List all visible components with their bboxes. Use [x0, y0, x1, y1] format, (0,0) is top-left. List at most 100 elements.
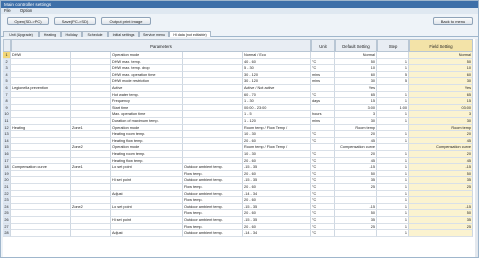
tab-unit-upgrade[interactable]: Unit (Upgrade) — [3, 31, 39, 37]
step-cell: 1 — [377, 98, 409, 105]
table-row[interactable]: 10 Max. operation time 1 - 5 hours 3 1 3 — [3, 111, 478, 118]
table-row[interactable]: 2 DHW max. temp. 40 - 60 °C 50 1 50 — [3, 58, 478, 66]
unit-cell: °C — [311, 151, 335, 158]
row-number: 23 — [3, 197, 11, 204]
menu-file[interactable]: File — [4, 8, 11, 13]
field-setting-cell[interactable]: Normal — [409, 52, 473, 59]
field-setting-cell[interactable]: 60 — [409, 71, 473, 79]
range-cell: -15 - 35 — [243, 203, 311, 211]
table-row[interactable]: 3 DHW max. temp. drop 5 - 30 °C 10 1 10 — [3, 65, 478, 72]
table-row[interactable]: 23 Flow temp. 20 - 60 °C 1 — [3, 197, 478, 204]
field-setting-cell[interactable]: 45 — [409, 137, 473, 145]
field-setting-cell[interactable] — [409, 197, 473, 204]
table-row[interactable]: 11 Duration of maximum temp. 1 - 120 mins 30… — [3, 118, 478, 125]
table-row[interactable]: 7 Hot water temp. 60 - 70 °C 65 1 65 — [3, 91, 478, 99]
field-setting-cell[interactable]: 20 — [409, 151, 473, 158]
tab-schedule[interactable]: Schedule — [82, 31, 108, 37]
default-setting-cell: 45 — [335, 137, 377, 145]
field-setting-cell[interactable]: 35 — [409, 177, 473, 184]
table-row[interactable]: 22 Adjust Outdoor ambient temp. -14 - 34 °C 1 — [3, 190, 478, 198]
field-setting-cell[interactable]: 03:00 — [409, 104, 473, 112]
field-setting-cell[interactable]: 45 — [409, 157, 473, 165]
sub-parameter-cell — [183, 91, 243, 99]
table-row[interactable]: 12 Heating Zone1 Operation mode Room temp / … — [3, 124, 478, 132]
col-header-default-setting[interactable]: Default Setting — [335, 39, 377, 52]
table-row[interactable]: 9 Start time 00:00 - 23:00 3:00 1:00 03:00 — [3, 104, 478, 112]
col-header-unit[interactable]: Unit — [311, 39, 335, 52]
tab-initial-settings[interactable]: Initial settings — [108, 31, 139, 37]
menu-option[interactable]: Option — [20, 8, 32, 13]
field-setting-cell[interactable]: 65 — [409, 91, 473, 99]
field-setting-cell[interactable]: 15 — [409, 98, 473, 105]
table-row[interactable]: 18 Compensation curve Zone1 Lo set point Out… — [3, 164, 478, 171]
field-setting-cell[interactable]: 20 — [409, 131, 473, 138]
field-setting-cell[interactable]: -15 — [409, 203, 473, 211]
back-to-menu-button[interactable]: Back to menu — [433, 17, 473, 25]
tab-heating[interactable]: Heating — [39, 31, 61, 37]
table-row[interactable]: 16 Heating room temp. 10 - 30 °C 20 1 20 — [3, 151, 478, 158]
sub-parameter-cell — [183, 65, 243, 72]
field-setting-cell[interactable]: 35 — [409, 217, 473, 224]
field-setting-cell[interactable]: 10 — [409, 65, 473, 72]
table-row[interactable]: 5 DHW mode restriction 30 - 120 mins 30 5 30 — [3, 78, 478, 85]
table-row[interactable]: 6 Legionella prevention Active Active / Not… — [3, 85, 478, 92]
field-setting-cell[interactable]: 50 — [409, 210, 473, 217]
table-row[interactable]: 8 Frequency 1 - 30 days 15 1 15 — [3, 98, 478, 105]
table-row[interactable]: 17 Heating flow temp. 20 - 60 °C 45 1 45 — [3, 157, 478, 165]
range-cell: 00:00 - 23:00 — [243, 104, 311, 112]
table-row[interactable]: 26 Hi set point Outdoor ambient temp. -15 -… — [3, 217, 478, 224]
table-row[interactable]: 20 Hi set point Outdoor ambient temp. -15 -… — [3, 177, 478, 184]
field-setting-cell[interactable]: Yes — [409, 85, 473, 92]
sub-parameter-cell — [183, 98, 243, 105]
tab-holiday[interactable]: Holiday — [61, 31, 82, 37]
table-row[interactable]: 21 Flow temp. 20 - 60 °C 25 1 25 — [3, 184, 478, 191]
table-row[interactable]: 13 Heating room temp. 10 - 30 °C 20 1 20 — [3, 131, 478, 138]
field-setting-cell[interactable]: Compensation curve — [409, 144, 473, 151]
open-button[interactable]: Open(SD->PC) — [7, 17, 49, 25]
table-row[interactable]: 24 Zone2 Lo set point Outdoor ambient temp.… — [3, 203, 478, 211]
default-setting-cell: -15 — [335, 164, 377, 171]
unit-cell: °C — [311, 217, 335, 224]
field-setting-cell[interactable] — [409, 230, 473, 237]
zone-cell — [71, 52, 111, 59]
table-row[interactable]: 15 Zone2 Operation mode Room temp / Flow Te… — [3, 144, 478, 151]
col-header-step[interactable]: Step — [377, 39, 409, 52]
group-cell — [11, 118, 71, 125]
field-setting-cell[interactable]: 3 — [409, 111, 473, 118]
table-row[interactable]: 28 Adjust Outdoor ambient temp. -14 - 34 °C 1 — [3, 230, 478, 237]
default-setting-cell: Compensation curve — [335, 144, 377, 151]
step-cell: 1 — [377, 223, 409, 231]
field-setting-cell[interactable]: 25 — [409, 223, 473, 231]
field-setting-cell[interactable]: 25 — [409, 184, 473, 191]
field-setting-cell[interactable]: Room temp — [409, 124, 473, 132]
col-header-field-setting[interactable]: Field Setting — [409, 39, 473, 52]
range-cell: 1 - 120 — [243, 118, 311, 125]
field-setting-cell[interactable] — [409, 190, 473, 198]
tab-hi-data[interactable]: Hi data (not editable) — [169, 31, 211, 37]
table-row[interactable]: 25 Flow temp. 20 - 60 °C 50 1 50 — [3, 210, 478, 217]
field-setting-cell[interactable]: 30 — [409, 78, 473, 85]
table-row[interactable]: 19 Flow temp. 20 - 60 °C 50 1 50 — [3, 170, 478, 178]
row-number: 20 — [3, 177, 11, 184]
row-number: 11 — [3, 118, 11, 125]
group-cell — [11, 170, 71, 178]
group-cell — [11, 190, 71, 198]
table-row[interactable]: 4 DHW max. operation time 30 - 120 mins 60 5 6… — [3, 71, 478, 79]
table-row[interactable]: 27 Flow temp. 20 - 60 °C 25 1 25 — [3, 223, 478, 231]
field-setting-cell[interactable]: 50 — [409, 58, 473, 66]
row-number: 1 — [3, 52, 11, 59]
vertical-scrollbar[interactable] — [475, 39, 478, 257]
range-cell: 10 - 30 — [243, 151, 311, 158]
col-header-parameters[interactable]: Parameters — [11, 39, 311, 52]
save-button[interactable]: Save(PC->SD) — [54, 17, 96, 25]
step-cell: 1 — [377, 190, 409, 198]
output-print-image-button[interactable]: Output print image — [101, 17, 151, 25]
row-number: 13 — [3, 131, 11, 138]
table-row[interactable]: 1 DHW Operation mode Normal / Eco Normal Norm… — [3, 52, 478, 59]
field-setting-cell[interactable]: 30 — [409, 118, 473, 125]
tab-service-menu[interactable]: Service menu — [139, 31, 169, 37]
field-setting-cell[interactable]: -15 — [409, 164, 473, 171]
zone-cell: Zone1 — [71, 124, 111, 132]
table-row[interactable]: 14 Heating flow temp. 20 - 60 °C 45 1 45 — [3, 137, 478, 145]
field-setting-cell[interactable]: 50 — [409, 170, 473, 178]
